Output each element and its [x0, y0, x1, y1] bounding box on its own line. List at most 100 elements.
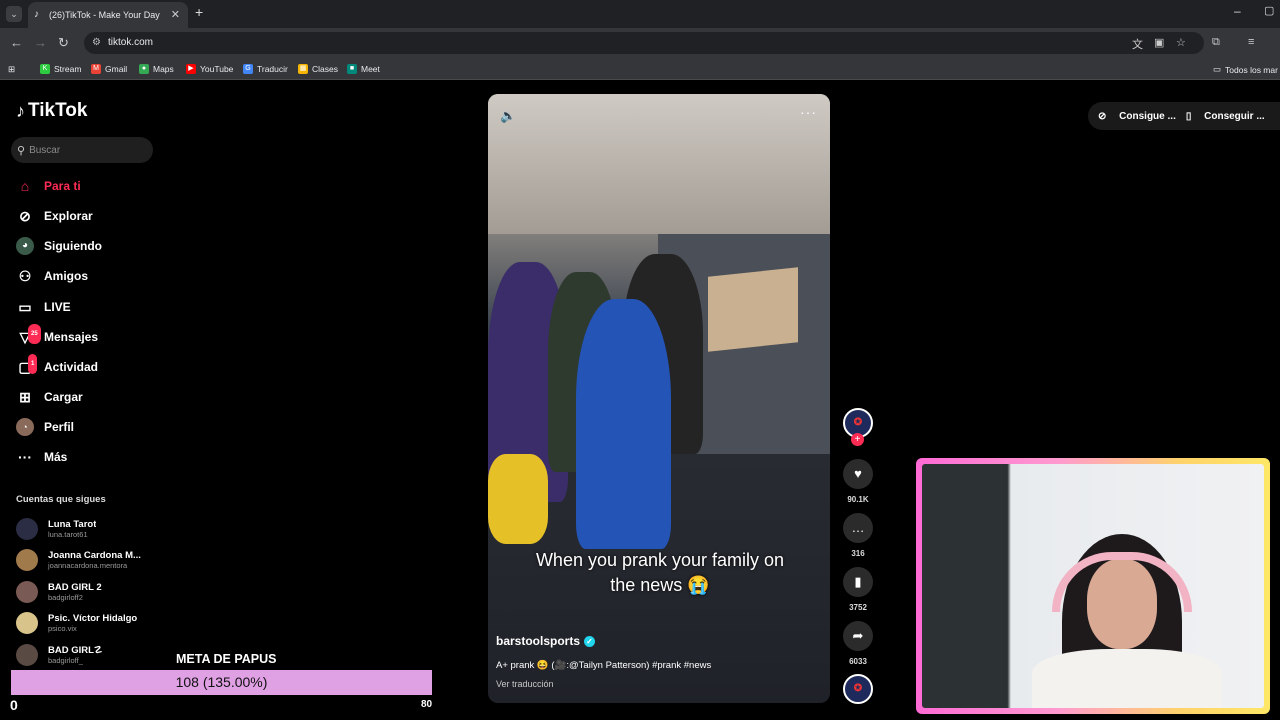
video-scene-person	[576, 299, 671, 549]
nav-para-ti[interactable]: ⌂ Para ti	[16, 175, 156, 197]
activity-badge: 1	[28, 354, 38, 374]
video-author[interactable]: barstoolsports ✓	[496, 634, 596, 648]
forward-icon[interactable]: →	[34, 35, 47, 50]
video-scene-person	[488, 454, 548, 544]
comment-button[interactable]: … 316	[843, 513, 873, 558]
minimize-window-icon[interactable]: –	[1234, 4, 1241, 18]
tiktok-favicon-icon: ♪	[34, 9, 39, 20]
top-right-actions: ⊘ Consigue ... ▯ Conseguir ...	[1088, 102, 1280, 130]
avatar	[16, 549, 38, 571]
following-account[interactable]: Psic. Víctor Hidalgo psico.vix	[16, 608, 156, 638]
headphones-icon	[1052, 552, 1192, 612]
back-icon[interactable]: ←	[10, 35, 23, 50]
reading-list-icon[interactable]: ≡	[1248, 36, 1254, 48]
gmail-icon: M	[91, 64, 101, 74]
url-input[interactable]	[84, 32, 1204, 54]
avatar	[16, 518, 38, 540]
verified-icon: ✓	[584, 635, 596, 647]
activity-icon: ▢ 1	[16, 354, 38, 376]
bookmark-gmail[interactable]: M Gmail	[91, 64, 127, 74]
goal-progress-bar: 108 (135.00%)	[11, 670, 432, 695]
comment-count: 316	[851, 549, 865, 558]
stream-icon: K	[40, 64, 50, 74]
friends-icon: ⚇	[18, 268, 32, 284]
webcam-frame	[916, 458, 1270, 714]
goal-progress-text: 108 (135.00%)	[175, 674, 268, 690]
get-app-button[interactable]: ▯ Conseguir ...	[1186, 111, 1265, 122]
video-caption: When you prank your family on the news 😭	[535, 550, 785, 595]
translate-icon[interactable]: 文	[1132, 36, 1143, 52]
search-input[interactable]: ⚲ Buscar	[11, 137, 153, 163]
following-account[interactable]: Joanna Cardona M... joannacardona.mentora	[16, 545, 156, 575]
bookmark-youtube[interactable]: ▶ YouTube	[186, 64, 233, 74]
tiktok-logo[interactable]: ♪ TikTok	[16, 100, 87, 122]
following-account[interactable]: BAD GIRL 2 badgirloff2	[16, 577, 156, 607]
tab-title: (26)TikTok - Make Your Day	[49, 10, 160, 20]
heart-icon: ♥	[843, 459, 873, 489]
maps-icon: ●	[139, 64, 149, 74]
webcam-person-shirt	[1032, 649, 1222, 708]
see-translation-link[interactable]: Ver traducción	[496, 679, 554, 689]
all-bookmarks[interactable]: ▭ Todos los mar	[1213, 64, 1278, 75]
nav-live[interactable]: ▭ LIVE	[16, 296, 156, 318]
get-coins-button[interactable]: ⊘ Consigue ...	[1098, 111, 1176, 122]
video-scene-ceiling	[488, 94, 830, 234]
translate-icon: G	[243, 64, 253, 74]
video-more-icon[interactable]: ···	[800, 104, 817, 120]
bookmark-stream[interactable]: K Stream	[40, 64, 81, 74]
nav-actividad[interactable]: ▢ 1 Actividad	[16, 354, 156, 378]
folder-icon: ▭	[1213, 64, 1222, 74]
nav-siguiendo[interactable]: ◕ Siguiendo	[16, 235, 156, 257]
extensions-icon[interactable]: ⧉	[1212, 36, 1220, 49]
like-count: 90.1K	[847, 495, 869, 504]
nav-explorar[interactable]: ⊘ Explorar	[16, 205, 156, 227]
bookmark-clases[interactable]: ▦ Clases	[298, 64, 338, 74]
video-scene-box	[708, 267, 798, 352]
nav-amigos[interactable]: ⚇ Amigos	[16, 265, 156, 287]
new-tab-button[interactable]: +	[195, 4, 203, 20]
share-button[interactable]: ➦ 6033	[843, 621, 873, 666]
tiktok-note-icon: ♪	[16, 100, 25, 121]
bookmark-icon: ▮	[843, 567, 873, 597]
avatar	[16, 581, 38, 603]
url-text[interactable]: tiktok.com	[108, 37, 153, 48]
save-button[interactable]: ▮ 3752	[843, 567, 873, 612]
live-icon: ▭	[18, 299, 32, 315]
upload-icon: ⊞	[19, 389, 31, 405]
profile-icon: ◔	[16, 418, 34, 436]
maximize-window-icon[interactable]: ▢	[1264, 4, 1274, 17]
following-icon: ◕	[16, 237, 34, 255]
close-tab-icon[interactable]: ✕	[171, 8, 180, 21]
nav-mas[interactable]: ··· Más	[16, 446, 156, 468]
reload-icon[interactable]: ↻	[58, 35, 69, 51]
messages-badge: 25	[28, 324, 41, 344]
browser-tab-bar	[0, 0, 1280, 28]
following-account[interactable]: Luna Tarot luna.tarot61	[16, 514, 156, 544]
video-player[interactable]	[488, 94, 830, 703]
bookmark-meet[interactable]: ■ Meet	[347, 64, 380, 74]
avatar	[16, 612, 38, 634]
nav-perfil[interactable]: ◔ Perfil	[16, 416, 156, 438]
nav-cargar[interactable]: ⊞ Cargar	[16, 386, 156, 408]
goal-max: 80	[421, 699, 433, 710]
cast-icon[interactable]: ▣	[1154, 36, 1164, 49]
classroom-icon: ▦	[298, 64, 308, 74]
avatar	[16, 644, 38, 666]
share-icon: ➦	[843, 621, 873, 651]
site-info-icon[interactable]: ⚙	[92, 37, 101, 48]
sound-disc-icon[interactable]: ✪	[843, 674, 873, 704]
video-description: A+ prank 😆 (🎥:@Tailyn Patterson) #prank …	[496, 660, 712, 671]
nav-mensajes[interactable]: ▽ 25 Mensajes	[16, 324, 156, 348]
mute-icon[interactable]: 🔈	[500, 108, 516, 124]
like-button[interactable]: ♥ 90.1K	[843, 459, 873, 504]
bookmark-traducir[interactable]: G Traducir	[243, 64, 288, 74]
following-account[interactable]: BAD GIRL☡ badgirloff_	[16, 640, 156, 670]
browser-tab[interactable]: ♪ (26)TikTok - Make Your Day ✕	[28, 2, 188, 28]
bookmark-star-icon[interactable]: ☆	[1176, 36, 1186, 49]
bookmark-maps[interactable]: ● Maps	[139, 64, 174, 74]
follow-plus-icon[interactable]: +	[851, 433, 864, 446]
goal-min: 0	[10, 697, 18, 713]
tab-search-chevron-icon[interactable]: ⌄	[6, 6, 22, 22]
compass-icon: ⊘	[19, 208, 31, 224]
apps-icon[interactable]: ⊞	[8, 64, 15, 75]
